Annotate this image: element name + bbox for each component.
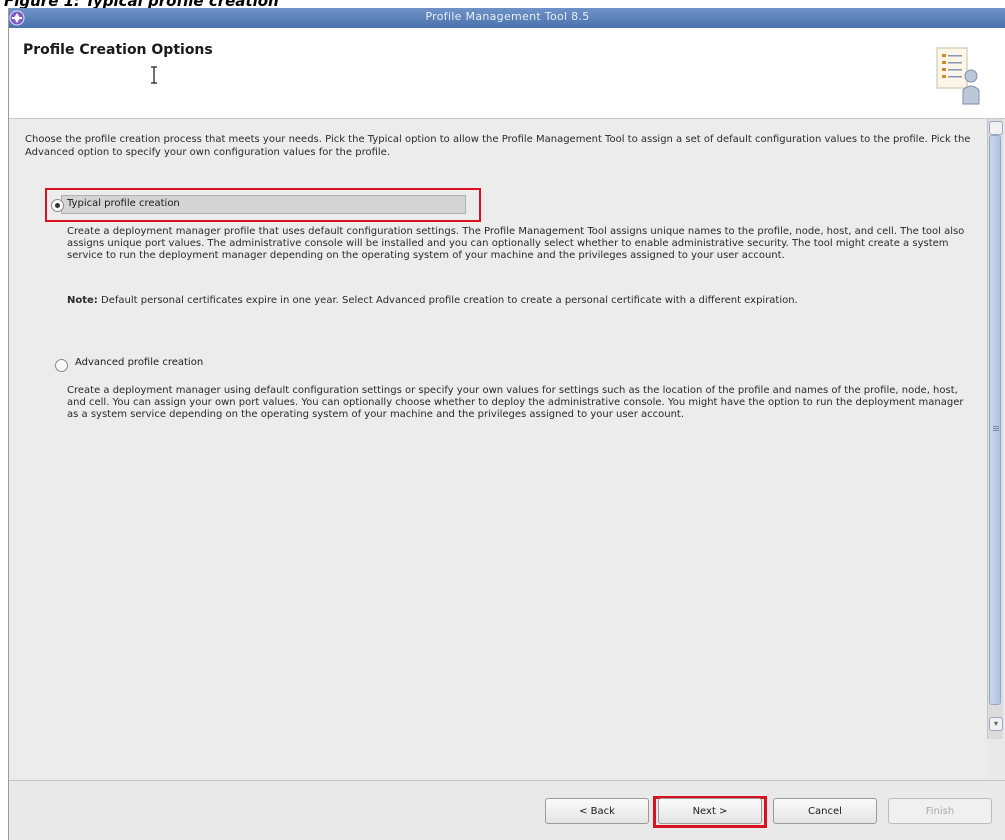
wizard-header: Profile Creation Options [9,28,1005,119]
scroll-grip-icon [993,426,999,427]
intro-text: Choose the profile creation process that… [25,134,971,158]
footer-separator [9,780,1005,781]
title-bar: Profile Management Tool 8.5 [9,8,1005,28]
note-label: Note: [67,295,98,306]
typical-radio[interactable] [51,199,64,212]
wizard-document-person-icon [936,47,980,105]
content-panel: Choose the profile creation process that… [9,119,987,779]
wizard-window: Profile Management Tool 8.5 Profile Crea… [8,8,1005,840]
page-title: Profile Creation Options [23,42,213,58]
text-cursor-icon [151,66,157,84]
cancel-button[interactable]: Cancel [773,798,877,824]
scroll-up-button[interactable] [989,121,1003,135]
typical-option-label[interactable]: Typical profile creation [67,198,180,209]
next-button[interactable]: Next > [658,798,762,824]
advanced-radio[interactable] [55,359,68,372]
advanced-option-description: Create a deployment manager using defaul… [67,385,964,420]
typical-option-description: Create a deployment manager profile that… [67,226,965,261]
back-button[interactable]: < Back [545,798,649,824]
content-scrollbar[interactable]: ▾ [987,119,1003,739]
advanced-option-label[interactable]: Advanced profile creation [75,357,203,368]
scroll-thumb[interactable] [989,135,1001,705]
note-text: Default personal certificates expire in … [101,295,798,306]
window-title: Profile Management Tool 8.5 [425,10,590,23]
finish-button[interactable]: Finish [888,798,992,824]
typical-option-note: Note: Default personal certificates expi… [67,295,967,307]
scroll-down-button[interactable]: ▾ [989,717,1003,731]
